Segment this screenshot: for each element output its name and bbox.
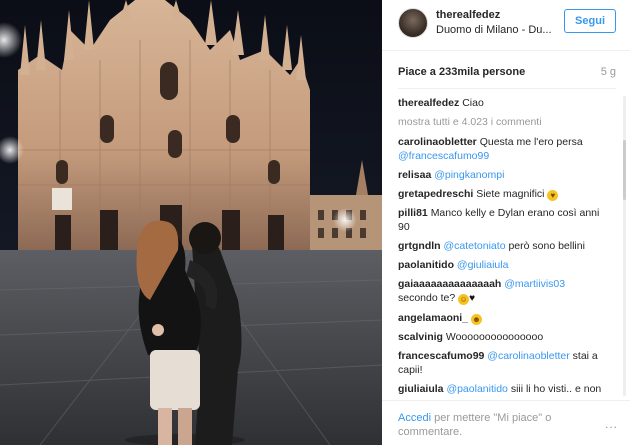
comment-text: Questa me l'ero persa (479, 136, 583, 148)
avatar[interactable] (398, 8, 428, 38)
username-link[interactable]: therealfedez (436, 9, 500, 21)
comment-mention[interactable]: @giuliaiula (457, 259, 509, 271)
post-footer: Accedi per mettere "Mi piace" o commenta… (382, 400, 630, 446)
comments-list: therealfedez Ciao mostra tutti e 4.023 i… (398, 96, 604, 398)
comment-mention[interactable]: @martiivis03 (504, 278, 565, 290)
comment-mention[interactable]: @carolinaobletter (487, 350, 569, 362)
divider (398, 88, 616, 89)
comment-username[interactable]: francescafumo99 (398, 350, 484, 362)
login-link[interactable]: Accedi (398, 412, 431, 424)
comment-text: però sono bellini (508, 240, 585, 252)
comment-text: Manco kelly e Dylan erano così anni 90 (398, 207, 600, 233)
comment-username[interactable]: angelamaoni_ (398, 312, 468, 324)
comment-item: relisaa @pingkanompi (398, 168, 604, 182)
comment-username[interactable]: grtgndln (398, 240, 441, 252)
login-prompt: Accedi per mettere "Mi piace" o commenta… (398, 411, 578, 439)
comment-mention[interactable]: @francescafumo99 (398, 150, 489, 162)
comment-item: gaiaaaaaaaaaaaaaah @martiivis03 secondo … (398, 277, 604, 306)
likes-row: Piace a 233mila persone 5 g (398, 66, 616, 82)
comment-username[interactable]: giuliaiula (398, 383, 444, 395)
grimacing-emoji-icon: ☻ (470, 314, 482, 325)
caption-username[interactable]: therealfedez (398, 97, 459, 109)
comment-text: Wooooooooooooooo (445, 331, 544, 343)
comment-item: pilli81 Manco kelly e Dylan erano così a… (398, 206, 604, 234)
comment-item: paolanitido @giuliaiula (398, 258, 604, 272)
post-age[interactable]: 5 g (601, 66, 616, 78)
caption-text: Ciao (462, 97, 484, 109)
comment-username[interactable]: gaiaaaaaaaaaaaaaah (398, 278, 501, 290)
comment-username[interactable]: paolanitido (398, 259, 454, 271)
duomo-night-photo (0, 0, 382, 445)
comment-item: francescafumo99 @carolinaobletter stai a… (398, 349, 604, 377)
comment-item: grtgndln @catetoniato però sono bellini (398, 239, 604, 253)
comment-item: gretapedreschi Siete magnifici ♥ (398, 187, 604, 201)
comment-username[interactable]: gretapedreschi (398, 188, 473, 200)
comment-mention[interactable]: @pingkanompi (434, 169, 504, 181)
tears-of-joy-emoji-icon: ☺ (458, 294, 470, 305)
post-photo[interactable] (0, 0, 382, 445)
comment-item: carolinaobletter Questa me l'ero persa @… (398, 135, 604, 163)
comment-text: Siete magnifici (476, 188, 545, 200)
comment-username[interactable]: relisaa (398, 169, 431, 181)
show-all-comments-link[interactable]: mostra tutti e 4.023 i commenti (398, 115, 604, 129)
black-heart-icon: ♥ (469, 293, 476, 304)
comment-username[interactable]: scalvinig (398, 331, 443, 343)
comment-username[interactable]: pilli81 (398, 207, 428, 219)
more-options-icon[interactable]: ... (605, 417, 618, 431)
caption: therealfedez Ciao (398, 96, 604, 110)
location-link[interactable]: Duomo di Milano - Du... (436, 24, 552, 36)
heart-eyes-emoji-icon: ♥ (547, 190, 559, 201)
likes-count[interactable]: Piace a 233mila persone (398, 66, 525, 78)
comment-item: scalvinig Wooooooooooooooo (398, 330, 604, 344)
comment-item: angelamaoni_ ☻ (398, 311, 604, 325)
comment-mention[interactable]: @catetoniato (444, 240, 506, 252)
post-header: therealfedez Duomo di Milano - Du... Seg… (382, 0, 630, 51)
comment-text: secondo te? (398, 292, 456, 304)
comments-scrollbar-thumb[interactable] (623, 140, 626, 200)
post-side-panel: therealfedez Duomo di Milano - Du... Seg… (382, 0, 630, 446)
comment-username[interactable]: carolinaobletter (398, 136, 477, 148)
comment-mention[interactable]: @paolanitido (446, 383, 507, 395)
comment-item: giuliaiula @paolanitido siii li ho visti… (398, 382, 604, 398)
follow-button[interactable]: Segui (564, 9, 616, 33)
